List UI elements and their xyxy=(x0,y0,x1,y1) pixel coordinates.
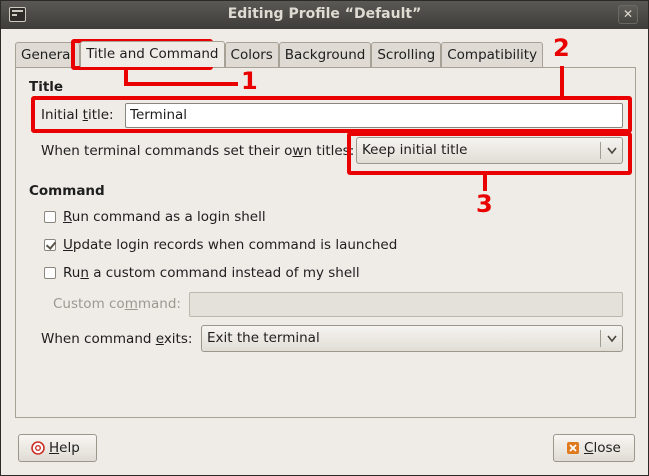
annotation-number-3: 3 xyxy=(476,190,493,218)
tab-scrolling[interactable]: Scrolling xyxy=(371,42,442,67)
help-button[interactable]: Help xyxy=(18,434,97,462)
help-icon xyxy=(31,441,45,455)
annotation-box-3 xyxy=(347,132,632,175)
combo-separator xyxy=(600,330,601,347)
annotation-line-3 xyxy=(483,173,487,191)
title-bar[interactable]: Editing Profile “Default” ✕ xyxy=(1,1,648,29)
custom-command-checkbox[interactable] xyxy=(44,267,56,279)
window-close-button[interactable]: ✕ xyxy=(618,5,638,24)
annotation-line-2 xyxy=(560,66,564,97)
close-icon xyxy=(567,442,579,454)
annotation-number-2: 2 xyxy=(553,34,570,62)
chevron-down-icon xyxy=(607,335,617,343)
close-icon: ✕ xyxy=(622,7,634,21)
login-shell-checkbox[interactable] xyxy=(44,211,56,223)
close-button[interactable]: Close xyxy=(553,434,635,462)
tab-background[interactable]: Background xyxy=(278,42,372,67)
tab-title-and-command[interactable]: Title and Command xyxy=(80,41,225,67)
exit-action-value: Exit the terminal xyxy=(207,330,320,346)
tab-colors[interactable]: Colors xyxy=(224,42,279,67)
custom-command-input[interactable] xyxy=(189,292,623,317)
profile-dialog: Editing Profile “Default” ✕ General Titl… xyxy=(0,0,649,476)
custom-command-label: Run a custom command instead of my shell xyxy=(63,265,360,281)
exit-action-select[interactable]: Exit the terminal xyxy=(201,325,623,352)
annotation-number-1: 1 xyxy=(241,67,258,95)
annotation-line-1-h xyxy=(124,82,238,86)
exit-action-label: When command exits: xyxy=(41,331,193,347)
dynamic-title-label: When terminal commands set their own tit… xyxy=(41,143,355,159)
custom-command-field-label: Custom command: xyxy=(53,296,181,312)
update-records-checkbox[interactable] xyxy=(44,239,56,251)
command-section-heading: Command xyxy=(29,183,105,199)
tab-bar: General Title and Command Colors Backgro… xyxy=(15,41,544,68)
tab-compatibility[interactable]: Compatibility xyxy=(441,42,544,67)
window-title: Editing Profile “Default” xyxy=(227,6,422,22)
login-shell-label: Run command as a login shell xyxy=(63,209,266,225)
update-records-label: Update login records when command is lau… xyxy=(63,237,398,253)
title-section-heading: Title xyxy=(29,79,64,95)
annotation-box-2 xyxy=(31,96,632,133)
